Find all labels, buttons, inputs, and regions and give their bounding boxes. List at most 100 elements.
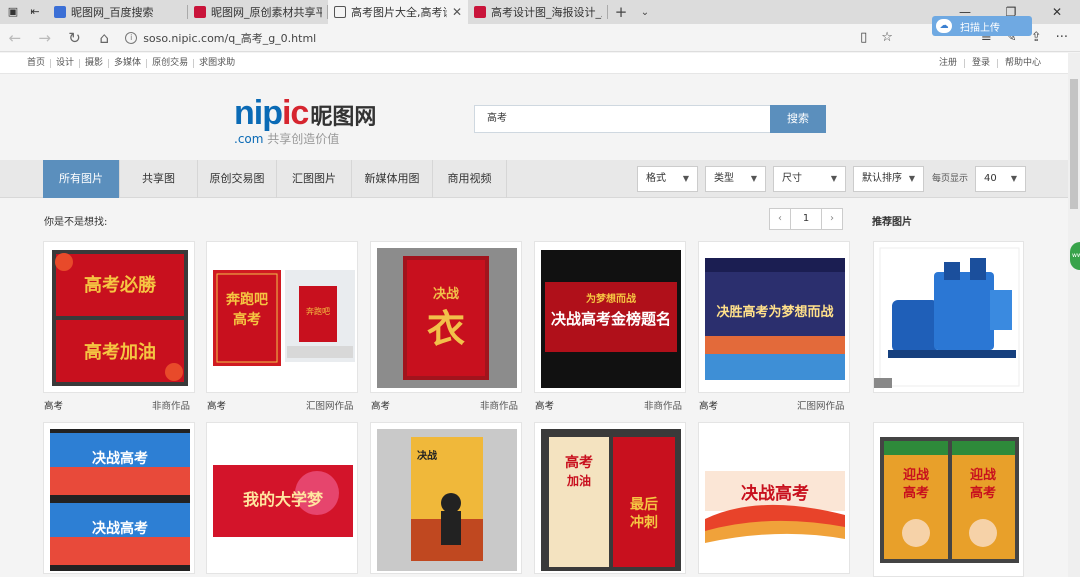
type-select[interactable]: 类型 ▼ [705,166,766,192]
svg-text:决胜高考为梦想而战: 决胜高考为梦想而战 [716,304,833,320]
format-select[interactable]: 格式 ▼ [637,166,698,192]
share-icon[interactable]: ⇪ [1031,30,1042,45]
browser-tab[interactable]: 昵图网_百度搜索 [48,0,188,24]
site-nav-left: 首页 设计 摄影 多媒体 原创交易 求图求助 [0,58,240,68]
result-title[interactable]: 高考 [44,398,63,412]
help-center-link[interactable]: 帮助中心 [998,58,1048,68]
browser-tab-active[interactable]: 高考图片大全,高考设计 ✕ [328,0,468,24]
scan-upload-button[interactable]: ☁ 扫描上传 [932,16,1032,36]
prev-page-button[interactable]: ‹ [769,208,791,230]
tab-preview-chevron-icon[interactable]: ⌄ [634,0,656,24]
favorite-star-icon[interactable]: ☆ [881,30,893,45]
result-thumbnail[interactable]: 决战 [370,422,522,574]
site-logo[interactable]: nipic昵图网 .com 共享创造价值 [234,94,376,146]
result-thumbnail[interactable]: 奔跑吧 高考 奔跑吧 [206,241,358,393]
result-thumbnail[interactable]: 决战高考 [698,422,850,574]
url-field[interactable]: i soso.nipic.com/q_高考_g_0.html [125,27,860,49]
nav-link-photo[interactable]: 摄影 [80,58,110,68]
tab-all-images[interactable]: 所有图片 [43,160,120,198]
refresh-icon[interactable]: ↻ [60,29,90,47]
result-thumbnail[interactable]: 为梦想而战 决战高考金榜题名 [534,241,686,393]
browser-tab[interactable]: 昵图网_原创素材共享平台w [188,0,328,24]
search-button[interactable]: 搜索 [770,105,826,133]
forward-icon[interactable]: → [30,29,60,47]
result-thumbnail[interactable]: 高考必勝 高考加油 [43,241,195,393]
browser-tab[interactable]: 高考设计图_海报设计_广告 [468,0,608,24]
result-tag: 非商作品 [644,401,683,412]
floating-side-widget[interactable]: ww [1070,242,1080,270]
search-input[interactable]: 高考 [474,105,770,133]
poster-image: 迎战 高考 迎战 高考 [880,437,1019,563]
svg-text:决战高考: 决战高考 [92,520,148,537]
reading-view-icon[interactable]: ▯ [860,30,867,45]
tab-title: 昵图网_原创素材共享平台w [211,6,322,19]
current-page: 1 [791,208,821,230]
poster-image: 高考 加油 最后 冲刺 [541,429,681,571]
svg-text:冲刺: 冲刺 [630,514,658,531]
sort-select[interactable]: 默认排序 ▼ [853,166,924,192]
tabs-aside-icon[interactable]: ▣ [6,6,20,18]
nav-link-home[interactable]: 首页 [22,58,52,68]
more-icon[interactable]: ··· [1056,30,1068,45]
logo-ic: ic [281,94,309,132]
tab-commercial-video[interactable]: 商用视频 [433,160,507,198]
svg-text:高考: 高考 [970,485,996,501]
poster-image: 决战 [377,429,517,571]
address-bar: ← → ↻ ⌂ i soso.nipic.com/q_高考_g_0.html ▯… [0,24,1080,52]
per-page-select[interactable]: 40 ▼ [975,166,1026,192]
result-thumbnail[interactable]: 决战高考 决战高考 [43,422,195,574]
result-title[interactable]: 高考 [535,398,554,412]
next-page-button[interactable]: › [821,208,843,230]
tab-original-trade-images[interactable]: 原创交易图 [198,160,277,198]
nipic-favicon-icon [194,6,206,18]
back-tabs-icon[interactable]: ⇤ [28,6,42,18]
nav-link-request[interactable]: 求图求助 [194,58,240,68]
result-tag: 汇图网作品 [797,401,845,412]
new-tab-icon[interactable]: + [608,0,634,24]
recommend-thumbnail[interactable]: 迎战 高考 迎战 高考 [873,422,1024,577]
nav-link-original-trade[interactable]: 原创交易 [147,58,195,68]
nipic-favicon-icon [474,6,486,18]
nav-link-multimedia[interactable]: 多媒体 [109,58,148,68]
search-box: 高考 搜索 [474,105,826,133]
nav-link-design[interactable]: 设计 [51,58,81,68]
result-thumbnail[interactable]: 决战 衣 [370,241,522,393]
result-title[interactable]: 高考 [699,398,718,412]
size-select-label: 尺寸 [782,173,802,184]
result-title[interactable]: 高考 [207,398,226,412]
result-thumbnail[interactable]: 决胜高考为梦想而战 [698,241,850,393]
home-icon[interactable]: ⌂ [89,29,119,47]
scrollbar-thumb[interactable] [1070,79,1078,209]
svg-text:决战高考: 决战高考 [92,450,148,467]
svg-text:为梦想而战: 为梦想而战 [586,292,636,305]
page-scrollbar[interactable] [1068,53,1080,577]
svg-text:奔跑吧: 奔跑吧 [225,291,268,308]
tab-actions: ▣ ⇤ [0,0,48,24]
login-link[interactable]: 登录 [965,58,998,68]
result-tag: 非商作品 [480,401,519,412]
poster-image: 奔跑吧 高考 奔跑吧 [213,270,355,366]
poster-image: 我的大学梦 [213,429,353,571]
svg-text:我的大学梦: 我的大学梦 [243,490,324,509]
close-window-icon[interactable]: ✕ [1034,0,1080,24]
caret-down-icon: ▼ [908,174,915,183]
result-thumbnail[interactable]: 我的大学梦 [206,422,358,574]
site-info-icon[interactable]: i [125,31,138,44]
sort-select-label: 默认排序 [862,173,902,184]
back-icon[interactable]: ← [0,29,30,47]
recommend-thumbnail[interactable] [873,241,1024,393]
result-thumbnail[interactable]: 高考 加油 最后 冲刺 [534,422,686,574]
result-title[interactable]: 高考 [371,398,390,412]
size-select[interactable]: 尺寸 ▼ [773,166,846,192]
poster-image: 决战高考 [705,429,845,571]
scan-upload-label: 扫描上传 [960,22,1000,34]
tab-title: 昵图网_百度搜索 [71,6,154,19]
close-tab-icon[interactable]: ✕ [452,5,462,19]
tab-huitu-images[interactable]: 汇图图片 [277,160,352,198]
tab-new-media-images[interactable]: 新媒体用图 [352,160,433,198]
svg-text:高考: 高考 [233,311,261,328]
tab-shared-images[interactable]: 共享图 [120,160,198,198]
svg-text:迎战: 迎战 [903,467,929,483]
poster-image: 决战 衣 [377,248,517,388]
register-link[interactable]: 注册 [932,58,965,68]
